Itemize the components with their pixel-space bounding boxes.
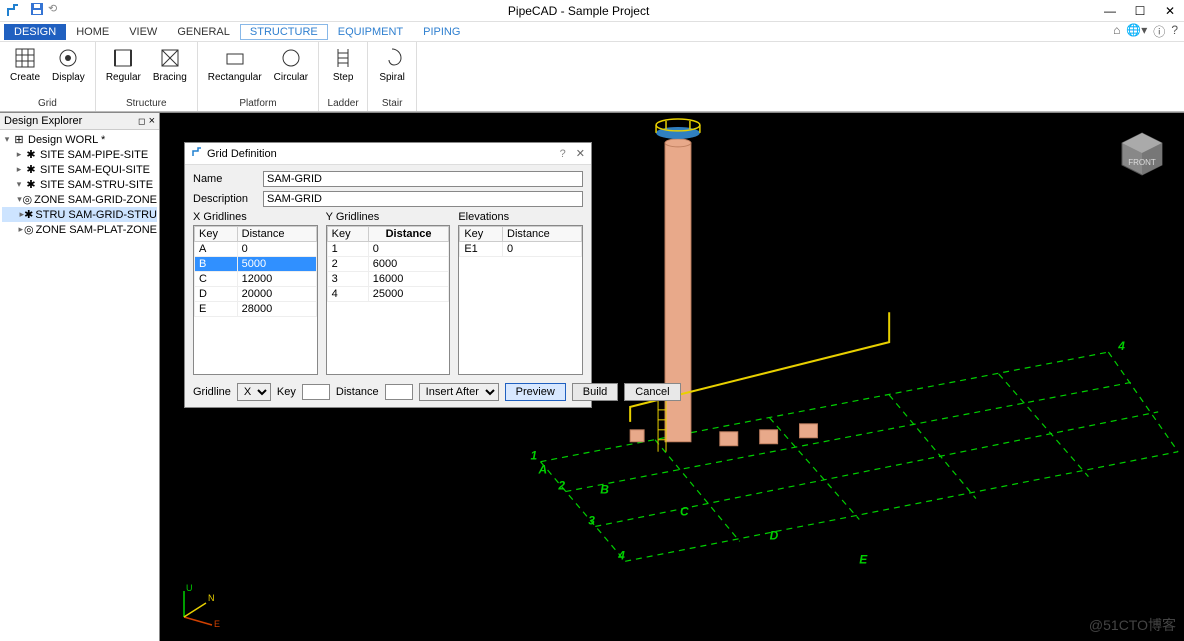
y-gridlines-label: Y Gridlines bbox=[326, 211, 451, 223]
display-grid-button[interactable]: Display bbox=[46, 44, 91, 94]
svg-text:N: N bbox=[208, 593, 215, 603]
name-input[interactable] bbox=[263, 171, 583, 187]
svg-text:3: 3 bbox=[588, 513, 595, 527]
grid-definition-dialog: Grid Definition ? ✕ Name Description X G… bbox=[184, 142, 592, 408]
grid-display-icon bbox=[56, 46, 80, 70]
description-input[interactable] bbox=[263, 191, 583, 207]
dialog-title: Grid Definition bbox=[207, 148, 560, 160]
table-row[interactable]: 10 bbox=[327, 242, 449, 257]
table-row[interactable]: 425000 bbox=[327, 287, 449, 302]
insert-mode-select[interactable]: Insert After bbox=[419, 383, 499, 401]
maximize-button[interactable]: ☐ bbox=[1130, 4, 1150, 18]
undo-icon[interactable]: ⟲ bbox=[48, 2, 57, 19]
gridline-select[interactable]: X bbox=[237, 383, 271, 401]
create-grid-button[interactable]: Create bbox=[4, 44, 46, 94]
elevations-table[interactable]: KeyDistance E10 bbox=[458, 225, 583, 375]
tab-piping[interactable]: PIPING bbox=[413, 24, 470, 40]
svg-text:FRONT: FRONT bbox=[1128, 158, 1156, 167]
window-title: PipeCAD - Sample Project bbox=[57, 4, 1100, 18]
svg-text:A: A bbox=[538, 463, 548, 477]
ribbon-tabs: DESIGN HOME VIEW GENERAL STRUCTURE EQUIP… bbox=[0, 22, 1184, 42]
table-row[interactable]: 26000 bbox=[327, 257, 449, 272]
svg-text:4: 4 bbox=[617, 548, 625, 562]
tab-structure[interactable]: STRUCTURE bbox=[240, 24, 328, 40]
close-panel-icon[interactable]: × bbox=[149, 115, 155, 127]
preview-button[interactable]: Preview bbox=[505, 383, 566, 401]
svg-text:D: D bbox=[770, 528, 779, 542]
svg-text:B: B bbox=[600, 483, 609, 497]
table-row[interactable]: B5000 bbox=[195, 257, 317, 272]
app-icon bbox=[4, 2, 22, 20]
explorer-title: Design Explorer bbox=[4, 115, 82, 127]
window-titlebar: ⟲ PipeCAD - Sample Project — ☐ ✕ bbox=[0, 0, 1184, 22]
cancel-button[interactable]: Cancel bbox=[624, 383, 680, 401]
svg-text:E: E bbox=[214, 619, 220, 629]
table-row[interactable]: A0 bbox=[195, 242, 317, 257]
watermark: @51CTO博客 bbox=[1089, 615, 1176, 635]
design-explorer-panel: Design Explorer ◻ × ▾⊞Design WORL * ▸✱SI… bbox=[0, 113, 160, 641]
dialog-help-button[interactable]: ? bbox=[560, 148, 566, 160]
svg-text:4: 4 bbox=[1117, 339, 1125, 353]
circular-icon bbox=[279, 46, 303, 70]
table-row[interactable]: E10 bbox=[460, 242, 582, 257]
tab-equipment[interactable]: EQUIPMENT bbox=[328, 24, 413, 40]
help-icon[interactable]: ? bbox=[1171, 23, 1178, 40]
regular-icon bbox=[111, 46, 135, 70]
globe-icon[interactable]: 🌐▾ bbox=[1126, 23, 1147, 40]
table-row[interactable]: C12000 bbox=[195, 272, 317, 287]
close-button[interactable]: ✕ bbox=[1160, 4, 1180, 18]
svg-text:E: E bbox=[859, 552, 868, 566]
bracing-icon bbox=[158, 46, 182, 70]
tab-design[interactable]: DESIGN bbox=[4, 24, 66, 40]
dock-icon[interactable]: ◻ bbox=[138, 116, 145, 126]
rectangular-icon bbox=[223, 46, 247, 70]
step-icon bbox=[331, 46, 355, 70]
rectangular-platform-button[interactable]: Rectangular bbox=[202, 44, 268, 94]
dialog-icon bbox=[191, 146, 203, 161]
info-icon[interactable]: ⓘ bbox=[1153, 23, 1165, 40]
view-cube[interactable]: FRONT bbox=[1116, 127, 1168, 179]
save-icon[interactable] bbox=[30, 2, 44, 19]
description-label: Description bbox=[193, 193, 263, 205]
table-row[interactable]: 316000 bbox=[327, 272, 449, 287]
tab-view[interactable]: VIEW bbox=[119, 24, 167, 40]
ribbon: Create Display Grid Regular Bracing Stru… bbox=[0, 42, 1184, 112]
table-row[interactable]: E28000 bbox=[195, 302, 317, 317]
build-button[interactable]: Build bbox=[572, 383, 618, 401]
minimize-button[interactable]: — bbox=[1100, 4, 1120, 18]
x-gridlines-label: X Gridlines bbox=[193, 211, 318, 223]
key-input[interactable] bbox=[302, 384, 330, 400]
svg-text:1: 1 bbox=[531, 449, 538, 463]
spiral-stair-button[interactable]: Spiral bbox=[372, 44, 412, 94]
axis-gizmo: U E N bbox=[172, 581, 220, 629]
grid-create-icon bbox=[13, 46, 37, 70]
y-gridlines-table[interactable]: KeyDistance 1026000316000425000 bbox=[326, 225, 451, 375]
elevations-label: Elevations bbox=[458, 211, 583, 223]
tab-home[interactable]: HOME bbox=[66, 24, 119, 40]
name-label: Name bbox=[193, 173, 263, 185]
distance-input[interactable] bbox=[385, 384, 413, 400]
svg-text:U: U bbox=[186, 583, 193, 593]
table-row[interactable]: D20000 bbox=[195, 287, 317, 302]
home-icon[interactable]: ⌂ bbox=[1113, 23, 1120, 40]
circular-platform-button[interactable]: Circular bbox=[268, 44, 314, 94]
x-gridlines-table[interactable]: KeyDistance A0B5000C12000D20000E28000 bbox=[193, 225, 318, 375]
svg-text:2: 2 bbox=[557, 479, 565, 493]
step-ladder-button[interactable]: Step bbox=[323, 44, 363, 94]
bracing-button[interactable]: Bracing bbox=[147, 44, 193, 94]
regular-structure-button[interactable]: Regular bbox=[100, 44, 147, 94]
svg-text:C: C bbox=[680, 504, 689, 518]
dialog-close-button[interactable]: ✕ bbox=[576, 147, 585, 160]
tab-general[interactable]: GENERAL bbox=[167, 24, 240, 40]
design-tree[interactable]: ▾⊞Design WORL * ▸✱SITE SAM-PIPE-SITE ▸✱S… bbox=[0, 130, 159, 641]
spiral-icon bbox=[380, 46, 404, 70]
